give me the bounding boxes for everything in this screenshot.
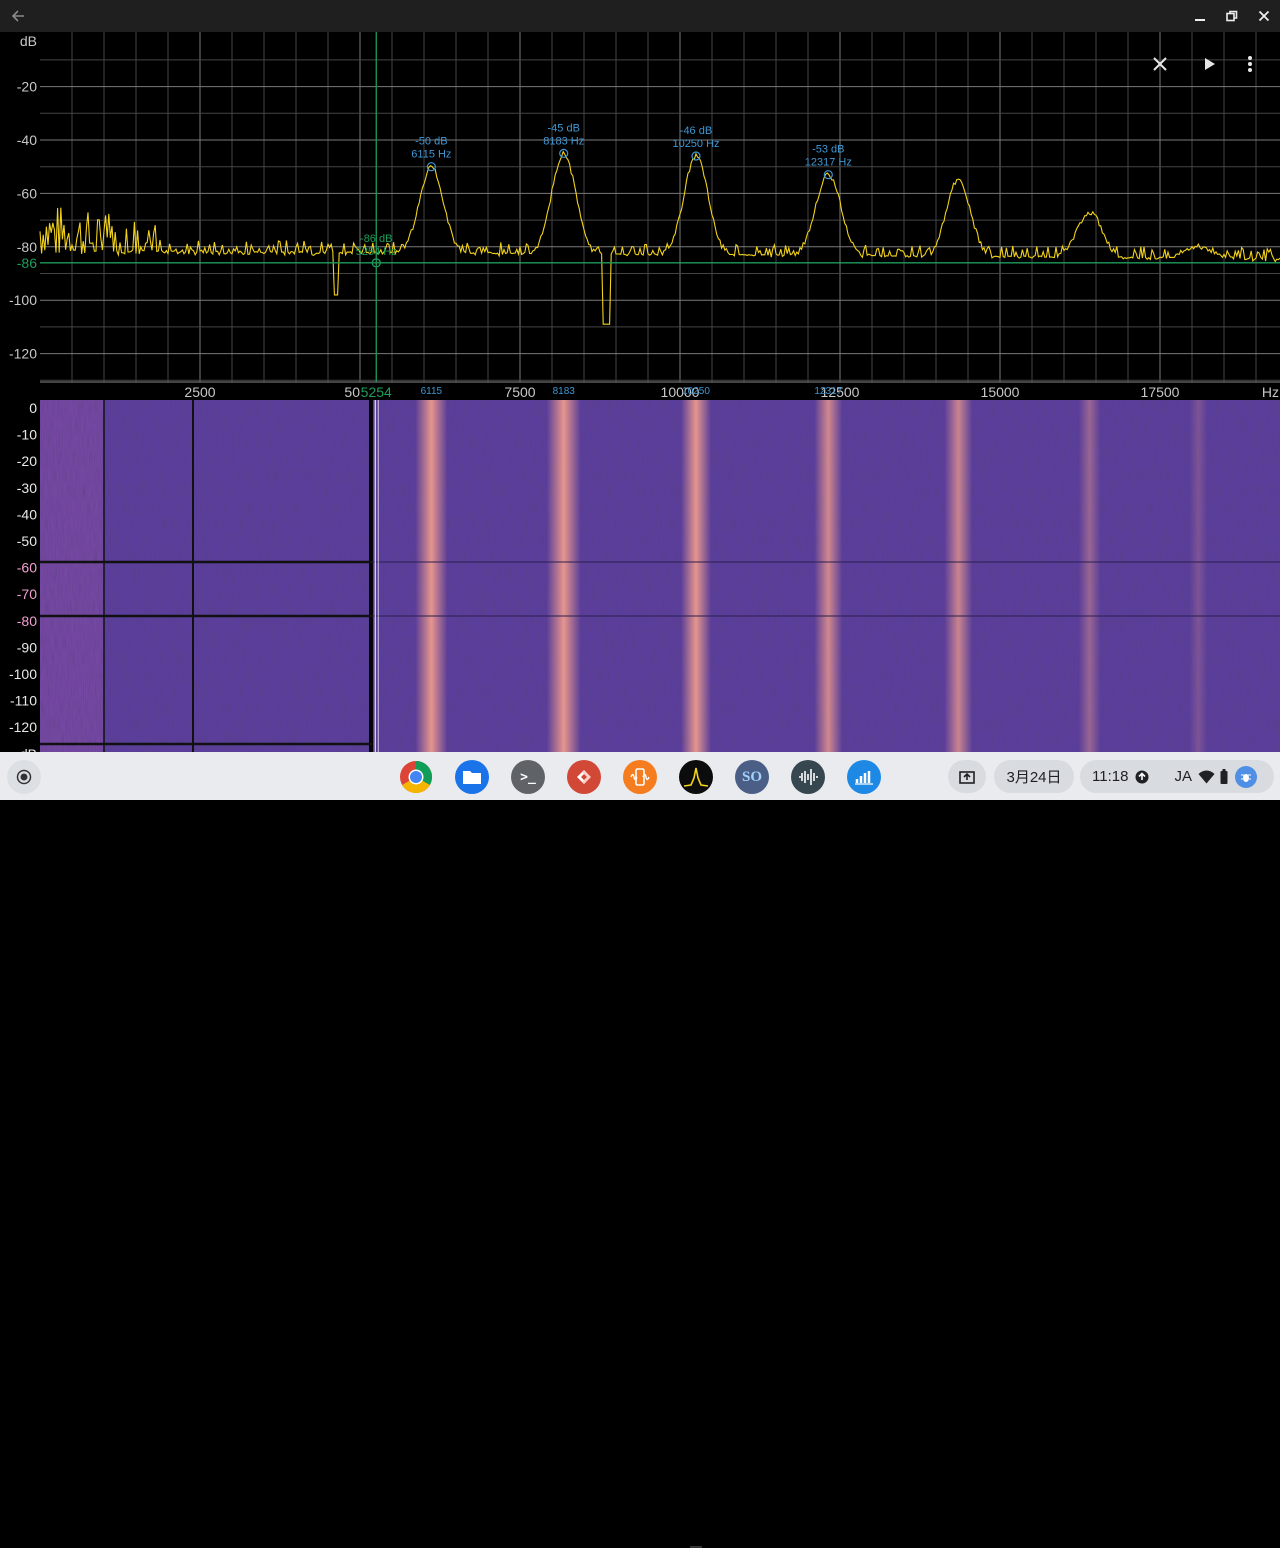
peak-axis-label: 12317 (814, 386, 842, 397)
shelf-app-chrome[interactable] (399, 760, 433, 794)
peak-db-label: -46 dB (680, 125, 712, 137)
arrow-back-icon[interactable] (2, 0, 34, 32)
spectrogram-divider (369, 400, 373, 752)
spectrogram-band (681, 400, 711, 752)
y-tick-label: -40 (17, 132, 37, 148)
peak-db-label: -50 dB (415, 136, 447, 148)
spectrum-trace (39, 150, 1280, 325)
spectrogram-y-tick-label: -70 (17, 586, 37, 602)
more-vert-icon[interactable] (1234, 48, 1266, 80)
remote-desktop-icon (577, 770, 591, 784)
phone-sensor-icon (630, 768, 650, 786)
cursor-db-readout: -86 dB (360, 233, 392, 245)
spectrogram-y-tick-label: -110 (10, 693, 37, 709)
spectrogram-y-tick-label: 0 (29, 400, 37, 416)
peak-db-label: -45 dB (548, 122, 580, 134)
chrome-icon (400, 760, 433, 793)
peak-hz-label: 10250 Hz (672, 138, 719, 150)
bug-icon (1240, 773, 1251, 782)
shelf-app-files[interactable] (455, 760, 489, 794)
spectrogram-band (1189, 400, 1208, 752)
x-tick-label: 7500 (504, 384, 535, 400)
y-tick-label: -20 (17, 79, 37, 95)
x-tick-label: 15000 (981, 384, 1020, 400)
update-available-icon (1135, 770, 1149, 783)
cursor-freq-axis-label: 5254 (361, 384, 392, 400)
waveform-icon (799, 769, 818, 785)
spectrogram-y-tick-label: -120 (9, 719, 37, 735)
spectrogram-band (814, 400, 843, 752)
cursor-db-axis-label: -86 (17, 255, 37, 271)
shelf-app-sound-oscilloscope[interactable]: SO (735, 760, 769, 794)
peak-hz-label: 8183 Hz (543, 135, 584, 147)
spectrum-grid (40, 32, 1280, 382)
play-icon[interactable] (1193, 48, 1225, 80)
close-window-icon[interactable] (1248, 0, 1280, 32)
folder-icon (463, 771, 481, 784)
close-icon[interactable] (1144, 48, 1176, 80)
x-tick-label: 2500 (184, 384, 215, 400)
spectrogram-waterfall[interactable]: 0 -10 -20 -30 -40 -50 -60 -70 -80 -90 -100 -110 -120… (0, 400, 1280, 752)
peak-db-label: -53 dB (812, 144, 844, 156)
ime-indicator: JA (1174, 768, 1192, 785)
spectrum-analyzer-app: dB -20 -40 -60 -80 -100 -120 2500 5000 7500 10000 1… (0, 32, 1280, 752)
x-axis-unit: Hz (1262, 384, 1279, 400)
peak-hz-label: 12317 Hz (805, 157, 852, 169)
cursor-hz-readout: 5254 Hz (356, 246, 397, 258)
spectrogram-band (415, 400, 448, 752)
spectrogram-y-tick-label: -40 (17, 506, 37, 522)
spectrogram-y-tick-label: -20 (17, 453, 37, 469)
wifi-icon (1198, 770, 1215, 783)
status-tray[interactable]: 11:18 JA (1080, 760, 1274, 793)
launcher-button[interactable] (7, 760, 41, 794)
terminal-icon: >_ (520, 769, 536, 785)
holding-space-button[interactable] (948, 760, 986, 793)
oscilloscope-icon: SO (741, 768, 762, 785)
spectrogram-y-tick-label: -30 (17, 480, 37, 496)
y-tick-label: -80 (17, 239, 37, 255)
peak-axis-label: 8183 (553, 386, 576, 397)
window-titlebar (0, 0, 1280, 32)
spectrogram-y-tick-label: -90 (17, 639, 37, 655)
system-shelf: >_ SO 3月24日 11:18 JA (0, 752, 1280, 1548)
spectrum-plot[interactable]: dB-20-40-60-80-100-1202500 5000 7500 10000 1… (0, 32, 1280, 400)
y-axis-unit: dB (20, 33, 37, 49)
restore-icon[interactable] (1216, 0, 1248, 32)
launcher-icon (16, 769, 32, 785)
tote-icon (959, 770, 975, 784)
shelf-app-spectroid[interactable] (679, 760, 713, 794)
shelf-app-remote-desktop[interactable] (567, 760, 601, 794)
date-text: 3月24日 (1006, 769, 1062, 786)
x-tick-label: 17500 (1141, 384, 1180, 400)
y-tick-label: -60 (17, 185, 37, 201)
spectrogram-y-tick-label: -80 (17, 613, 37, 629)
date-pill[interactable]: 3月24日 (994, 760, 1074, 793)
y-tick-label: -120 (9, 346, 37, 362)
account-avatar[interactable] (1234, 765, 1257, 788)
spectrogram-y-tick-label: -60 (17, 560, 37, 576)
peak-axis-label: 6115 (421, 386, 443, 397)
spectrogram-y-tick-label: -50 (17, 533, 37, 549)
spectrogram-band (944, 400, 973, 752)
spectrum-peak-icon (683, 767, 709, 787)
peak-hz-label: 6115 Hz (411, 149, 451, 161)
minimize-icon[interactable] (1184, 0, 1216, 32)
spectrogram-y-tick-label: -10 (17, 427, 37, 443)
bar-chart-icon (855, 771, 873, 785)
spectrogram-y-tick-label: -100 (9, 666, 37, 682)
battery-icon (1220, 769, 1228, 784)
y-tick-label: -100 (9, 292, 37, 308)
shelf-app-phyphox[interactable] (623, 760, 657, 794)
shelf-app-terminal[interactable]: >_ (511, 760, 545, 794)
spectrogram-band (546, 400, 581, 752)
clock-text: 11:18 (1092, 768, 1129, 785)
peak-axis-label: 10250 (682, 386, 710, 397)
shelf-app-audio-recorder[interactable] (791, 760, 825, 794)
shelf-app-data-logger[interactable] (847, 760, 881, 794)
spectrogram-band (1078, 400, 1101, 752)
